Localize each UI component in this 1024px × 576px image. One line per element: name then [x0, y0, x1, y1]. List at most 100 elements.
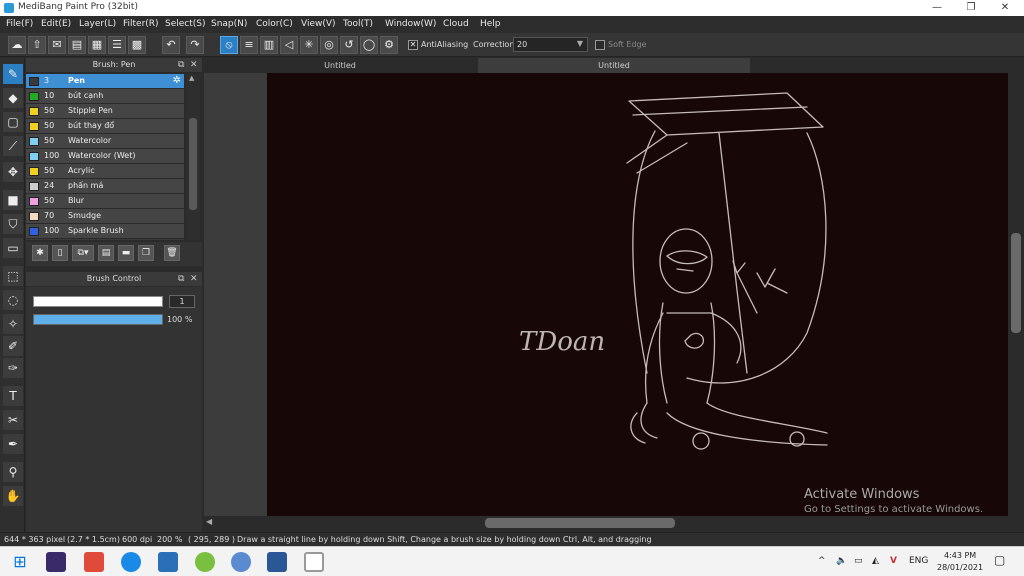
- brush-copy-dropdown-icon[interactable]: ⧉▾: [72, 245, 94, 261]
- clock[interactable]: 4:43 PM 28/01/2021: [937, 550, 983, 574]
- brush-item[interactable]: 10 bút cạnh: [26, 89, 184, 104]
- document-icon[interactable]: ▦: [88, 36, 106, 54]
- brush-list-scrollbar[interactable]: ▲: [186, 74, 200, 240]
- drawing-canvas[interactable]: TDoan: [267, 73, 1008, 516]
- magic-wand-icon[interactable]: ✧: [3, 314, 23, 334]
- brush-tool-icon[interactable]: ✎: [3, 64, 23, 84]
- float-icon[interactable]: ⧉: [178, 272, 184, 286]
- divide-tool-icon[interactable]: ✂: [3, 410, 23, 430]
- eyedropper-tool-icon[interactable]: ✒: [3, 434, 23, 454]
- menu-window[interactable]: Window(W): [385, 19, 436, 29]
- brush-item[interactable]: 50 Watercolor: [26, 134, 184, 149]
- app-icon-6[interactable]: [231, 552, 251, 572]
- folder-icon[interactable]: ▬: [118, 245, 134, 261]
- brush-add-icon[interactable]: ✱: [32, 245, 48, 261]
- grid-snap-icon[interactable]: ▥: [260, 36, 278, 54]
- brush-item[interactable]: 3 Pen ✲: [26, 74, 184, 89]
- bucket-tool-icon[interactable]: ⛉: [3, 214, 23, 234]
- brush-item[interactable]: 100 Sparkle Brush: [26, 224, 184, 239]
- cloud-icon[interactable]: ☁: [8, 36, 26, 54]
- brush-new-icon[interactable]: ▯: [52, 245, 68, 261]
- app-icon-2[interactable]: [84, 552, 104, 572]
- menu-filter[interactable]: Filter(R): [123, 19, 159, 29]
- language-indicator[interactable]: ENG: [909, 556, 928, 566]
- brush-item[interactable]: 24 phấn má: [26, 179, 184, 194]
- brush-item[interactable]: 50 bút thay đổ: [26, 119, 184, 134]
- vietnamese-input-icon[interactable]: V: [890, 556, 897, 566]
- grid-icon[interactable]: ▩: [128, 36, 146, 54]
- menu-cloud[interactable]: Cloud: [443, 19, 469, 29]
- duplicate-icon[interactable]: ❐: [138, 245, 154, 261]
- message-icon[interactable]: ▤: [68, 36, 86, 54]
- radial-snap-icon[interactable]: ✳: [300, 36, 318, 54]
- menu-layer[interactable]: Layer(L): [79, 19, 116, 29]
- app-icon-5[interactable]: [195, 552, 215, 572]
- menu-help[interactable]: Help: [480, 19, 501, 29]
- notification-icon[interactable]: ▢: [994, 553, 1005, 567]
- gear-icon[interactable]: ✲: [173, 75, 181, 86]
- parallel-snap-icon[interactable]: ≡: [240, 36, 258, 54]
- trash-icon[interactable]: 🗑: [164, 245, 180, 261]
- brush-item[interactable]: 50 Stipple Pen: [26, 104, 184, 119]
- circle-snap-icon[interactable]: ◯: [360, 36, 378, 54]
- app-icon-1[interactable]: [46, 552, 66, 572]
- menu-edit[interactable]: Edit(E): [41, 19, 71, 29]
- select-tool-icon[interactable]: ⬚: [3, 266, 23, 286]
- rectangle-tool-icon[interactable]: ▢: [3, 112, 23, 132]
- menu-tool[interactable]: Tool(T): [343, 19, 373, 29]
- tab-untitled-2[interactable]: Untitled: [478, 58, 750, 73]
- select-pen-icon[interactable]: ✐: [3, 336, 23, 356]
- comment-icon[interactable]: ✉: [48, 36, 66, 54]
- menu-view[interactable]: View(V): [301, 19, 336, 29]
- gear-icon[interactable]: ⚙: [380, 36, 398, 54]
- battery-icon[interactable]: ▭: [854, 556, 863, 566]
- horizontal-scrollbar-thumb[interactable]: [485, 518, 675, 528]
- windows-start-icon[interactable]: ⊞: [10, 552, 30, 572]
- curve-snap-icon[interactable]: ↺: [340, 36, 358, 54]
- vertical-scrollbar[interactable]: [1008, 73, 1024, 516]
- app-icon-4[interactable]: [158, 552, 178, 572]
- restore-button[interactable]: ❐: [954, 0, 988, 16]
- correction-select[interactable]: 20 ▼: [513, 37, 588, 52]
- vanishing-point-icon[interactable]: ◁: [280, 36, 298, 54]
- vertical-scrollbar-thumb[interactable]: [1011, 233, 1021, 333]
- brush-item[interactable]: 70 Smudge: [26, 209, 184, 224]
- menu-select[interactable]: Select(S): [165, 19, 206, 29]
- close-icon[interactable]: ✕: [190, 272, 198, 286]
- select-eraser-icon[interactable]: ✑: [3, 358, 23, 378]
- concentric-snap-icon[interactable]: ◎: [320, 36, 338, 54]
- medibang-taskbar-icon[interactable]: [304, 552, 324, 572]
- float-icon[interactable]: ⧉: [178, 58, 184, 72]
- volume-icon[interactable]: 🔈: [836, 556, 847, 566]
- eraser-tool-icon[interactable]: ◆: [3, 88, 23, 108]
- brush-size-value[interactable]: 1: [169, 295, 195, 308]
- upload-icon[interactable]: ⇧: [28, 36, 46, 54]
- fill-shape-tool-icon[interactable]: ■: [3, 190, 23, 210]
- antialiasing-checkbox[interactable]: ✕: [408, 40, 418, 50]
- list-icon[interactable]: ☰: [108, 36, 126, 54]
- horizontal-scrollbar[interactable]: ◀: [204, 516, 1010, 530]
- network-icon[interactable]: ◭: [872, 556, 879, 566]
- menu-file[interactable]: File(F): [6, 19, 33, 29]
- line-tool-icon[interactable]: ⟋: [3, 136, 23, 156]
- scroll-left-icon[interactable]: ◀: [206, 517, 212, 526]
- brush-item[interactable]: 50 Acrylic: [26, 164, 184, 179]
- brush-size-slider[interactable]: [33, 296, 163, 307]
- word-icon[interactable]: [267, 552, 287, 572]
- tab-untitled-1[interactable]: Untitled: [204, 58, 476, 73]
- minimize-button[interactable]: —: [920, 0, 954, 16]
- brush-item[interactable]: 50 Blur: [26, 194, 184, 209]
- scroll-up-icon[interactable]: ▲: [189, 74, 194, 82]
- dropper-tool-icon[interactable]: ⚲: [3, 462, 23, 482]
- gradient-tool-icon[interactable]: ▭: [3, 238, 23, 258]
- undo-icon[interactable]: ↶: [162, 36, 180, 54]
- brush-item[interactable]: 100 Watercolor (Wet): [26, 149, 184, 164]
- opacity-slider[interactable]: [33, 314, 163, 325]
- redo-icon[interactable]: ↷: [186, 36, 204, 54]
- text-tool-icon[interactable]: T: [3, 386, 23, 406]
- lasso-tool-icon[interactable]: ◌: [3, 290, 23, 310]
- scrollbar-thumb[interactable]: [189, 118, 197, 210]
- soft-edge-checkbox[interactable]: [595, 40, 605, 50]
- menu-color[interactable]: Color(C): [256, 19, 293, 29]
- close-icon[interactable]: ✕: [190, 58, 198, 72]
